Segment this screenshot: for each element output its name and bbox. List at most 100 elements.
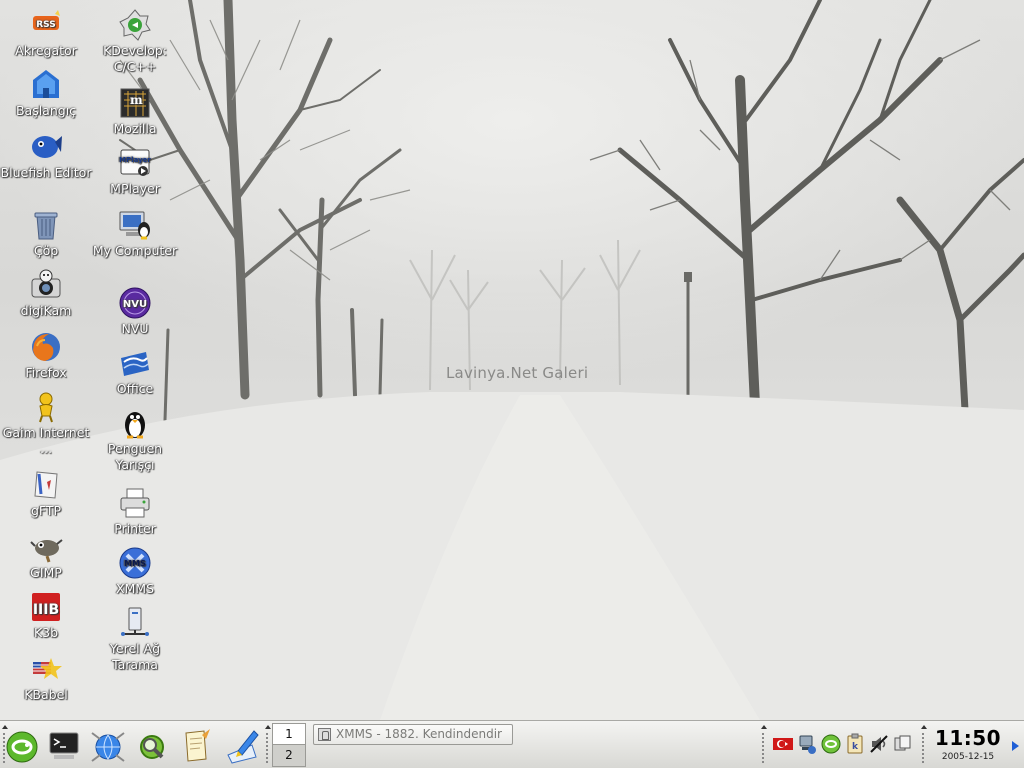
bluefish-icon: [29, 130, 63, 164]
network-icon: [118, 606, 152, 640]
suse-menu-icon: [2, 725, 42, 765]
browser-launcher[interactable]: [88, 725, 128, 765]
panel-handle-pager[interactable]: [264, 723, 271, 767]
computer-icon: [118, 208, 152, 242]
trash-desktop-icon[interactable]: Çöp: [0, 208, 92, 259]
network-status-icon[interactable]: [796, 733, 818, 755]
bluefish-desktop-icon[interactable]: Bluefish Editor: [0, 130, 92, 181]
digikam-label: digiKam: [20, 303, 72, 318]
mozilla-desktop-icon[interactable]: m Mozilla: [89, 86, 181, 137]
xmms-icon: MMS: [118, 546, 152, 580]
xmms-label: XMMS: [115, 581, 155, 596]
search-icon: [132, 725, 172, 765]
firefox-desktop-icon[interactable]: Firefox: [0, 330, 92, 381]
app-icon: [318, 728, 331, 741]
update-icon[interactable]: [820, 733, 842, 755]
search-launcher[interactable]: [132, 725, 172, 765]
svg-text:k: k: [852, 742, 859, 752]
wallpaper-caption: Lavinya.Net Galeri: [446, 364, 589, 382]
office-icon: [118, 346, 152, 380]
system-tray: k: [768, 727, 918, 763]
write-icon: [222, 725, 262, 765]
terminal-icon: [44, 725, 84, 765]
gftp-desktop-icon[interactable]: gFTP: [0, 468, 92, 519]
printer-desktop-icon[interactable]: Printer: [89, 486, 181, 537]
panel-handle-clock[interactable]: [920, 723, 927, 767]
clock-time: 11:50: [934, 726, 1002, 750]
svg-text:NVU: NVU: [123, 299, 147, 310]
printer-label: Printer: [114, 521, 156, 536]
xmms-desktop-icon[interactable]: MMS XMMS: [89, 546, 181, 597]
panel-hide-right-arrow-icon[interactable]: [1012, 741, 1019, 751]
kbabel-label: KBabel: [24, 687, 68, 702]
home-icon: [29, 68, 63, 102]
my-computer-desktop-icon[interactable]: My Computer: [89, 208, 181, 259]
firefox-label: Firefox: [25, 365, 67, 380]
nvu-icon: NVU: [118, 286, 152, 320]
kdevelop-desktop-icon[interactable]: KDevelop: C/C++: [89, 8, 181, 75]
nvu-desktop-icon[interactable]: NVU NVU: [89, 286, 181, 337]
svg-text:m: m: [130, 93, 143, 107]
rss-feed-icon: RSS: [29, 8, 63, 42]
akregator-desktop-icon[interactable]: RSS Akregator: [0, 8, 92, 59]
my-computer-label: My Computer: [92, 243, 178, 258]
mozilla-icon: m: [118, 86, 152, 120]
svg-text:MMS: MMS: [124, 559, 146, 568]
kmenu-button[interactable]: [2, 725, 42, 765]
penguen-yarisci-label: Penguen Yarışçı: [107, 441, 163, 472]
notes-launcher[interactable]: [176, 725, 216, 765]
terminal-launcher[interactable]: [44, 725, 84, 765]
clipboard-icon[interactable]: k: [844, 733, 866, 755]
gaim-label: Gaim Internet ...: [2, 425, 90, 456]
firefox-icon: [29, 330, 63, 364]
gimp-icon: [29, 530, 63, 564]
panel-handle-tray[interactable]: [760, 723, 767, 767]
akregator-label: Akregator: [15, 43, 77, 58]
notes-icon: [176, 725, 216, 765]
yerel-ag-tarama-desktop-icon[interactable]: Yerel Ağ Tarama: [89, 606, 181, 673]
desktop-pager: 1 2: [272, 723, 306, 767]
copy-icon[interactable]: [892, 733, 914, 755]
k3b-desktop-icon[interactable]: IIIB K3b: [0, 590, 92, 641]
gaim-desktop-icon[interactable]: Gaim Internet ...: [0, 390, 92, 457]
nvu-label: NVU: [121, 321, 149, 336]
clock-date: 2005-12-15: [941, 752, 995, 762]
k3b-label: K3b: [33, 625, 59, 640]
kicker-panel: 1 2 XMMS - 1882. Kendindendir k 11:50 20…: [0, 720, 1024, 768]
gimp-desktop-icon[interactable]: GIMP: [0, 530, 92, 581]
kdevelop-icon: [118, 8, 152, 42]
svg-text:MPlayer: MPlayer: [119, 156, 151, 164]
mplayer-label: MPlayer: [110, 181, 160, 196]
mplayer-desktop-icon[interactable]: MPlayer MPlayer: [89, 146, 181, 197]
taskbar-item-title: XMMS - 1882. Kendindendir: [336, 727, 502, 741]
editor-launcher[interactable]: [222, 725, 262, 765]
mozilla-label: Mozilla: [113, 121, 157, 136]
gaim-icon: [29, 390, 63, 424]
mute-icon[interactable]: [868, 733, 890, 755]
yerel-ag-tarama-label: Yerel Ağ Tarama: [109, 641, 161, 672]
k3b-icon: IIIB: [29, 590, 63, 624]
camera-icon: [29, 268, 63, 302]
pager-desktop-1[interactable]: 1: [272, 723, 306, 745]
office-label: Office: [116, 381, 154, 396]
printer-icon: [118, 486, 152, 520]
digikam-desktop-icon[interactable]: digiKam: [0, 268, 92, 319]
baslangic-label: Başlangıç: [15, 103, 77, 118]
kdevelop-label: KDevelop: C/C++: [103, 43, 167, 74]
penguin-icon: [118, 406, 152, 440]
kbabel-icon: [29, 652, 63, 686]
bluefish-label: Bluefish Editor: [0, 165, 92, 180]
penguen-yarisci-desktop-icon[interactable]: Penguen Yarışçı: [89, 406, 181, 473]
ftp-icon: [29, 468, 63, 502]
gftp-label: gFTP: [30, 503, 62, 518]
office-desktop-icon[interactable]: Office: [89, 346, 181, 397]
panel-clock[interactable]: 11:50 2005-12-15: [928, 725, 1008, 767]
baslangic-desktop-icon[interactable]: Başlangıç: [0, 68, 92, 119]
flag-icon[interactable]: [772, 733, 794, 755]
konqueror-icon: [88, 725, 128, 765]
svg-text:RSS: RSS: [36, 20, 56, 30]
trash-icon: [29, 208, 63, 242]
kbabel-desktop-icon[interactable]: KBabel: [0, 652, 92, 703]
pager-desktop-2[interactable]: 2: [272, 745, 306, 767]
taskbar-item-xmms[interactable]: XMMS - 1882. Kendindendir: [313, 724, 513, 745]
